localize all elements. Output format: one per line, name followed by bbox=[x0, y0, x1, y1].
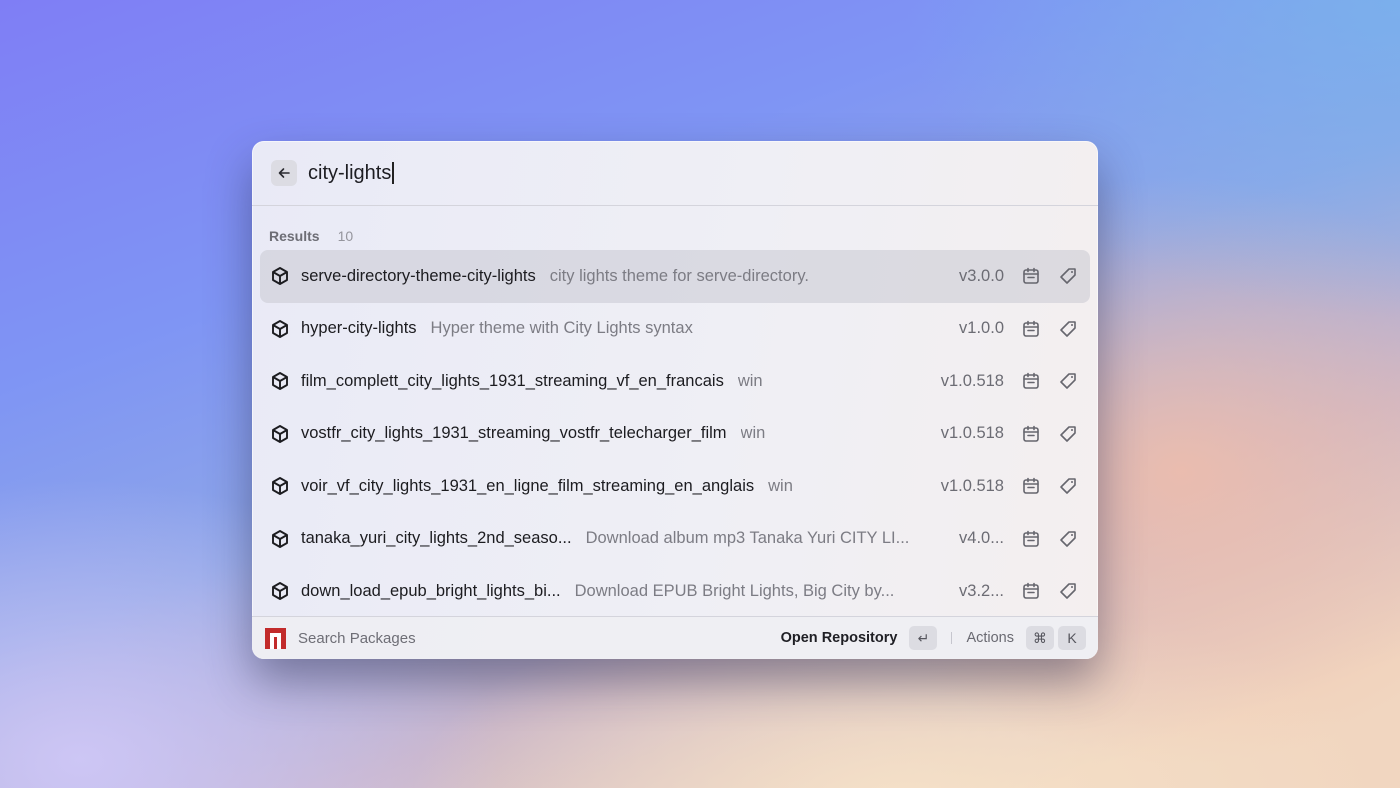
search-query: city-lights bbox=[308, 161, 392, 184]
actions-button[interactable]: Actions bbox=[966, 630, 1014, 646]
package-name: voir_vf_city_lights_1931_en_ligne_film_s… bbox=[301, 476, 755, 495]
results-count: 10 bbox=[337, 228, 354, 244]
package-description: Download album mp3 Tanaka Yuri CITY LI..… bbox=[585, 529, 910, 548]
tag-icon[interactable] bbox=[1058, 371, 1078, 391]
calendar-icon[interactable] bbox=[1021, 371, 1041, 391]
result-row[interactable]: tanaka_yuri_city_lights_2nd_seaso... Down… bbox=[260, 513, 1090, 566]
npm-logo-icon bbox=[265, 627, 286, 649]
results-list: serve-directory-theme-city-lights city li… bbox=[252, 250, 1098, 618]
calendar-icon[interactable] bbox=[1021, 266, 1041, 286]
result-row[interactable]: hyper-city-lights Hyper theme with City L… bbox=[260, 303, 1090, 356]
tag-icon[interactable] bbox=[1058, 266, 1078, 286]
tag-icon[interactable] bbox=[1058, 476, 1078, 496]
package-version: v1.0.518 bbox=[940, 424, 1004, 443]
package-cube-icon bbox=[270, 319, 290, 339]
tag-icon[interactable] bbox=[1058, 319, 1078, 339]
footer-divider bbox=[951, 632, 953, 644]
package-version: v4.0... bbox=[959, 529, 1004, 548]
tag-icon[interactable] bbox=[1058, 581, 1078, 601]
package-cube-icon bbox=[270, 424, 290, 444]
calendar-icon[interactable] bbox=[1021, 319, 1041, 339]
package-description: win bbox=[740, 424, 766, 443]
package-description: Download EPUB Bright Lights, Big City by… bbox=[574, 581, 895, 600]
command-palette-window: city-lights Results 10 serve-directory-t… bbox=[252, 141, 1098, 659]
calendar-icon[interactable] bbox=[1021, 476, 1041, 496]
enter-key-hint: ↵ bbox=[909, 626, 938, 650]
package-version: v1.0.0 bbox=[959, 319, 1004, 338]
arrow-left-icon bbox=[278, 168, 290, 178]
package-name: film_complett_city_lights_1931_streaming… bbox=[301, 371, 724, 390]
text-caret bbox=[392, 162, 394, 184]
package-cube-icon bbox=[270, 581, 290, 601]
footer-title: Search Packages bbox=[298, 629, 416, 647]
tag-icon[interactable] bbox=[1058, 424, 1078, 444]
results-title: Results bbox=[269, 228, 320, 244]
package-cube-icon bbox=[270, 476, 290, 496]
package-description: city lights theme for serve-directory. bbox=[549, 266, 809, 285]
result-row[interactable]: voir_vf_city_lights_1931_en_ligne_film_s… bbox=[260, 460, 1090, 513]
open-repository-button[interactable]: Open Repository bbox=[781, 630, 898, 646]
package-name: serve-directory-theme-city-lights bbox=[301, 266, 536, 285]
package-version: v1.0.518 bbox=[940, 476, 1004, 495]
results-header: Results 10 bbox=[252, 206, 1098, 250]
action-bar: Search Packages Open Repository ↵ Action… bbox=[252, 616, 1098, 659]
package-description: Hyper theme with City Lights syntax bbox=[430, 319, 693, 338]
k-key-hint: K bbox=[1058, 626, 1086, 650]
package-cube-icon bbox=[270, 371, 290, 391]
package-name: tanaka_yuri_city_lights_2nd_seaso... bbox=[301, 529, 572, 548]
package-version: v1.0.518 bbox=[940, 371, 1004, 390]
package-cube-icon bbox=[270, 529, 290, 549]
package-name: vostfr_city_lights_1931_streaming_vostfr… bbox=[301, 424, 727, 443]
package-name: hyper-city-lights bbox=[301, 319, 417, 338]
result-row[interactable]: serve-directory-theme-city-lights city li… bbox=[260, 250, 1090, 303]
tag-icon[interactable] bbox=[1058, 529, 1078, 549]
calendar-icon[interactable] bbox=[1021, 581, 1041, 601]
result-row[interactable]: down_load_epub_bright_lights_bi... Downlo… bbox=[260, 565, 1090, 618]
package-cube-icon bbox=[270, 266, 290, 286]
calendar-icon[interactable] bbox=[1021, 529, 1041, 549]
package-version: v3.2... bbox=[959, 581, 1004, 600]
package-name: down_load_epub_bright_lights_bi... bbox=[301, 581, 561, 600]
search-bar: city-lights bbox=[252, 141, 1098, 206]
result-row[interactable]: vostfr_city_lights_1931_streaming_vostfr… bbox=[260, 408, 1090, 461]
calendar-icon[interactable] bbox=[1021, 424, 1041, 444]
package-version: v3.0.0 bbox=[959, 266, 1004, 285]
package-description: win bbox=[768, 476, 793, 495]
search-input[interactable]: city-lights bbox=[308, 162, 1008, 185]
package-description: win bbox=[737, 371, 763, 390]
cmd-key-hint: ⌘ bbox=[1026, 626, 1054, 650]
result-row[interactable]: film_complett_city_lights_1931_streaming… bbox=[260, 355, 1090, 408]
back-button[interactable] bbox=[271, 160, 297, 186]
